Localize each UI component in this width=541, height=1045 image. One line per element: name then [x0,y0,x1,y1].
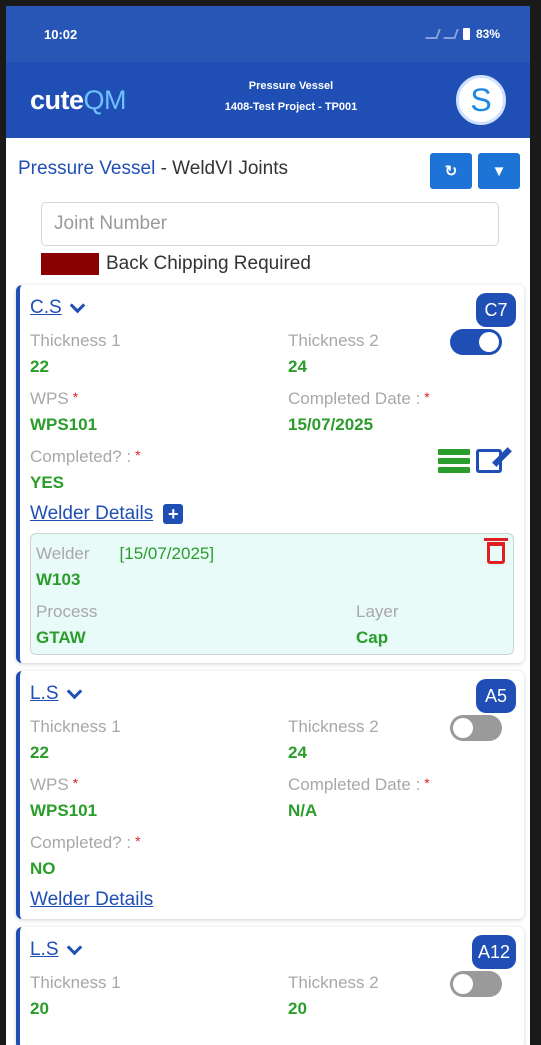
welder-entry: Welder [15/07/2025] W103 Process GTAW Lay… [30,533,514,655]
completed-date-value: 15/07/2025 [288,415,374,434]
page-title-rest: - WeldVI Joints [155,158,288,179]
joint-actions [438,449,502,473]
welder-details-link[interactable]: Welder Details + [30,503,184,525]
process-label: Process [36,602,98,621]
wps-value: WPS101 [30,801,98,820]
joint-type-label: L.S [30,683,59,704]
joint-type-label: C.S [30,297,62,318]
thickness2-value: 20 [288,999,307,1018]
thickness1-label: Thickness 1 [30,973,121,992]
toggle-knob [453,718,473,738]
filter-button[interactable]: ▼ [478,153,520,189]
refresh-icon: ↻ [444,163,458,180]
add-welder-icon[interactable]: + [163,504,184,524]
project-code: 1408-Test Project - TP001 [224,101,358,113]
thickness1-label: Thickness 1 [30,331,121,350]
joint-fields: Thickness 1 22 Thickness 2 24 WPS * WPS10… [30,319,514,493]
joint-type-toggle[interactable]: L.S [30,939,82,961]
joint-card: L.S A5 Thickness 1 22 Thickness 2 24 WPS… [16,671,524,919]
legend-swatch [41,253,99,275]
completed-label: Completed? : * [30,447,141,466]
joint-number-search-input[interactable] [41,202,499,246]
chevron-down-icon [66,939,82,955]
toggle-knob [479,332,499,352]
wps-value: WPS101 [30,415,98,434]
welder-details-label: Welder Details [30,503,154,524]
welder-fields: Process GTAW Layer Cap [36,590,507,648]
signal-icon-2 [443,29,459,39]
user-avatar[interactable]: S [456,75,506,125]
joint-fields: Thickness 1 20 Thickness 2 20 [30,961,514,1019]
legend-label: Back Chipping Required [106,253,311,274]
page-title-bar: Pressure Vessel - WeldVI Joints ↻ ▼ [6,138,530,200]
page-title-project: Pressure Vessel [18,158,156,179]
phone-screen: 10:02 83% cuteQM Pressure Vessel 1408-Te… [6,6,530,1045]
completed-date-value: N/A [288,801,318,820]
toolbar: ↻ ▼ [430,153,520,189]
battery-icon [462,28,470,40]
refresh-button[interactable]: ↻ [430,153,472,189]
back-chipping-toggle[interactable] [450,329,502,355]
project-name: Pressure Vessel [248,80,334,92]
back-chipping-toggle[interactable] [450,715,502,741]
completed-value: NO [30,859,56,878]
welder-details-label: Welder Details [30,889,154,910]
thickness1-label: Thickness 1 [30,717,121,736]
joint-card: L.S A12 Thickness 1 20 Thickness 2 20 [16,927,524,1045]
edit-icon[interactable] [476,449,502,473]
app-bar: cuteQM Pressure Vessel 1408-Test Project… [6,62,530,138]
joint-card: C.S C7 Thickness 1 22 Thickness 2 24 WPS… [16,285,524,663]
layer-value: Cap [356,628,389,647]
welder-date: [15/07/2025] [119,544,215,563]
completed-date-label: Completed Date : * [288,389,430,408]
welder-label-row: Welder [15/07/2025] [36,544,507,564]
thickness1-value: 22 [30,357,49,376]
logo-main: cute [30,84,84,115]
welder-details-link[interactable]: Welder Details [30,889,153,911]
project-header: Pressure Vessel 1408-Test Project - TP00… [206,76,376,118]
thickness2-value: 24 [288,743,307,762]
status-icons: 83% [425,27,500,41]
back-chipping-legend: Back Chipping Required [41,253,530,275]
delete-icon[interactable] [484,538,508,564]
wps-label: WPS * [30,775,79,794]
page-title: Pressure Vessel - WeldVI Joints [18,158,288,180]
thickness2-value: 24 [288,357,307,376]
signal-icon [425,29,441,39]
toggle-knob [453,974,473,994]
status-bar: 10:02 83% [6,6,530,62]
status-time: 10:02 [44,26,78,42]
joint-type-toggle[interactable]: L.S [30,683,82,705]
chevron-down-icon [69,297,85,313]
joint-type-toggle[interactable]: C.S [30,297,85,319]
battery-percent: 83% [475,27,500,41]
app-logo[interactable]: cuteQM [30,84,127,116]
layer-label: Layer [356,602,399,621]
chevron-down-icon [66,683,82,699]
thickness1-value: 20 [30,999,49,1018]
wps-label: WPS * [30,389,79,408]
welder-label: Welder [36,544,90,563]
back-chipping-toggle[interactable] [450,971,502,997]
filter-icon: ▼ [491,162,507,180]
welder-id: W103 [36,570,81,589]
completed-label: Completed? : * [30,833,141,852]
thickness1-value: 22 [30,743,49,762]
joint-fields: Thickness 1 22 Thickness 2 24 WPS * WPS10… [30,705,514,879]
completed-value: YES [30,473,65,492]
joint-type-label: L.S [30,939,59,960]
details-list-icon[interactable] [438,449,470,473]
logo-accent: QM [83,84,127,115]
completed-date-label: Completed Date : * [288,775,430,794]
process-value: GTAW [36,628,86,647]
